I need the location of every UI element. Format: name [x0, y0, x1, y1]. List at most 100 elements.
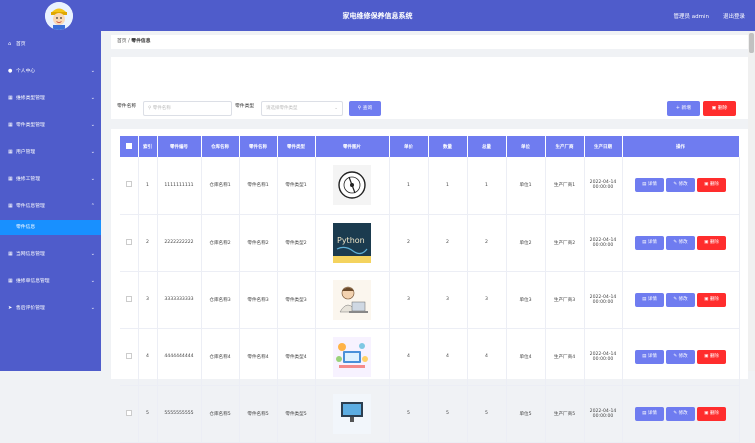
cell-qty: 1 — [428, 157, 468, 215]
breadcrumb-current: 零件信息 — [131, 39, 151, 44]
sidebar-item-label: 当网信息管理 — [16, 252, 45, 257]
cell-maker: 生产厂商2 — [545, 214, 585, 272]
col-header: 总量 — [467, 136, 507, 157]
sidebar-item-after-sales[interactable]: ➤ 售后评价管理 ⌄ — [0, 295, 101, 322]
sidebar-item-repairmen[interactable]: ▦ 维修工管理 ⌄ — [0, 166, 101, 193]
delete-button[interactable]: ▣ 删除 — [697, 235, 726, 250]
page-scrollbar[interactable] — [748, 31, 755, 371]
delete-label: 删除 — [709, 239, 719, 245]
detail-button[interactable]: ▤ 详情 — [635, 235, 664, 250]
col-header: 零件图片 — [315, 136, 390, 157]
col-header: 数量 — [428, 136, 468, 157]
cell-maker: 生产厂商4 — [545, 328, 585, 386]
breadcrumb-separator: / — [128, 39, 130, 44]
delete-label: 删除 — [709, 182, 719, 188]
user-icon: ● — [8, 68, 13, 74]
detail-label: 详情 — [647, 182, 657, 188]
edit-button[interactable]: ✎ 修改 — [666, 178, 695, 193]
grid-icon: ▦ — [8, 122, 13, 128]
edit-button[interactable]: ✎ 修改 — [666, 406, 695, 421]
sidebar-item-label: 个人中心 — [16, 69, 36, 74]
cell-name: 零件名称4 — [239, 328, 278, 386]
chevron-down-icon: ⌄ — [90, 95, 95, 101]
sidebar-subitem-part-info[interactable]: 零件信息 — [0, 220, 101, 235]
detail-button[interactable]: ▤ 详情 — [635, 292, 664, 307]
sidebar-item-part-type[interactable]: ▦ 零件类型管理 ⌄ — [0, 112, 101, 139]
cell-qty: 3 — [428, 271, 468, 329]
breadcrumb-home[interactable]: 首页 — [117, 39, 127, 44]
delete-button[interactable]: ▣ 删除 — [697, 292, 726, 307]
edit-button[interactable]: ✎ 修改 — [666, 235, 695, 250]
cell-name: 零件名称2 — [239, 214, 278, 272]
search-button[interactable]: ⚲ 查询 — [349, 101, 381, 116]
cell-warehouse: 仓库名称1 — [201, 157, 240, 215]
detail-button[interactable]: ▤ 详情 — [635, 406, 664, 421]
col-header: 生产厂商 — [545, 136, 585, 157]
logout-link[interactable]: 退出登录 — [723, 12, 745, 20]
part-type-select[interactable]: 请选择零件类型 ⌄ — [261, 101, 343, 116]
delete-button[interactable]: ▣ 删除 — [697, 406, 726, 421]
sidebar-item-label: 维修工管理 — [16, 177, 40, 182]
col-header: 索引 — [138, 136, 158, 157]
cell-date: 2022-04-14 00:00:00 — [584, 385, 623, 443]
edit-button[interactable]: ✎ 修改 — [666, 292, 695, 307]
row-checkbox[interactable] — [120, 271, 139, 329]
delete-button[interactable]: ▣ 删除 — [697, 178, 726, 193]
cell-name: 零件名称5 — [239, 385, 278, 443]
col-header: 零件类型 — [277, 136, 316, 157]
row-checkbox[interactable] — [120, 385, 139, 443]
row-checkbox[interactable] — [120, 157, 139, 215]
chevron-down-icon: ⌄ — [90, 305, 95, 311]
home-icon: ⌂ — [8, 41, 12, 47]
select-all-checkbox[interactable] — [120, 136, 139, 157]
send-icon: ➤ — [8, 305, 13, 311]
chevron-down-icon: ⌄ — [90, 68, 95, 74]
cell-unit: 单位5 — [506, 385, 546, 443]
row-checkbox[interactable] — [120, 214, 139, 272]
sidebar-item-outlet-info[interactable]: ▦ 当网信息管理 ⌄ — [0, 241, 101, 268]
bulk-delete-button[interactable]: ▣ 删除 — [703, 101, 736, 116]
cell-type: 零件类型4 — [277, 328, 316, 386]
sidebar-item-repair-orders[interactable]: ▦ 维修单信息管理 ⌄ — [0, 268, 101, 295]
cell-total: 3 — [467, 271, 507, 329]
add-button[interactable]: + 新增 — [667, 101, 700, 116]
col-header: 单价 — [389, 136, 429, 157]
sidebar-item-label: 维修类型管理 — [16, 96, 45, 101]
part-name-input[interactable]: ⚲ 零件名称 — [143, 101, 232, 116]
cell-date: 2022-04-14 00:00:00 — [584, 328, 623, 386]
row-checkbox[interactable] — [120, 328, 139, 386]
table-panel: 索引 零件编号 仓库名称 零件名称 零件类型 零件图片 单价 数量 总量 单位 … — [111, 129, 748, 443]
part-name-label: 零件名称 — [117, 104, 137, 109]
sidebar: ⌂ 首页 ● 个人中心 ⌄ ▦ 维修类型管理 ⌄ ▦ 零件类型管理 ⌄ ▦ 用户管理 ⌄ ▦ 维修工… — [0, 31, 101, 371]
search-button-label: 查询 — [362, 106, 373, 111]
cell-price: 4 — [389, 328, 429, 386]
phonograph-image — [333, 165, 371, 206]
sidebar-item-home[interactable]: ⌂ 首页 — [0, 31, 101, 58]
detail-label: 详情 — [647, 353, 657, 359]
sidebar-item-repair-type[interactable]: ▦ 维修类型管理 ⌄ — [0, 85, 101, 112]
edit-button[interactable]: ✎ 修改 — [666, 349, 695, 364]
col-header: 操作 — [622, 136, 740, 157]
grid-icon: ▦ — [8, 278, 13, 284]
cell-index: 2 — [138, 214, 158, 272]
sidebar-item-personal-center[interactable]: ● 个人中心 ⌄ — [0, 58, 101, 85]
delete-label: 删除 — [709, 296, 719, 302]
detail-button[interactable]: ▤ 详情 — [635, 349, 664, 364]
chevron-down-icon: ⌄ — [90, 149, 95, 155]
scrollbar-thumb[interactable] — [749, 33, 754, 53]
cell-qty: 2 — [428, 214, 468, 272]
delete-button[interactable]: ▣ 删除 — [697, 349, 726, 364]
sidebar-item-part-info[interactable]: ▦ 零件信息管理 ⌃ — [0, 193, 101, 220]
edit-label: 修改 — [678, 182, 688, 188]
cell-actions: ▤ 详情 ✎ 修改 ▣ 删除 — [622, 214, 740, 272]
monitor-image — [333, 393, 371, 434]
sidebar-item-users[interactable]: ▦ 用户管理 ⌄ — [0, 139, 101, 166]
table-row: 4 4444444444 仓库名称4 零件名称4 零件类型4 4 4 4 单位4… — [120, 328, 740, 386]
cell-qty: 4 — [428, 328, 468, 386]
cell-warehouse: 仓库名称2 — [201, 214, 240, 272]
cell-code: 2222222222 — [157, 214, 202, 272]
detail-button[interactable]: ▤ 详情 — [635, 178, 664, 193]
detail-label: 详情 — [647, 410, 657, 416]
cell-index: 4 — [138, 328, 158, 386]
cell-unit: 单位2 — [506, 214, 546, 272]
